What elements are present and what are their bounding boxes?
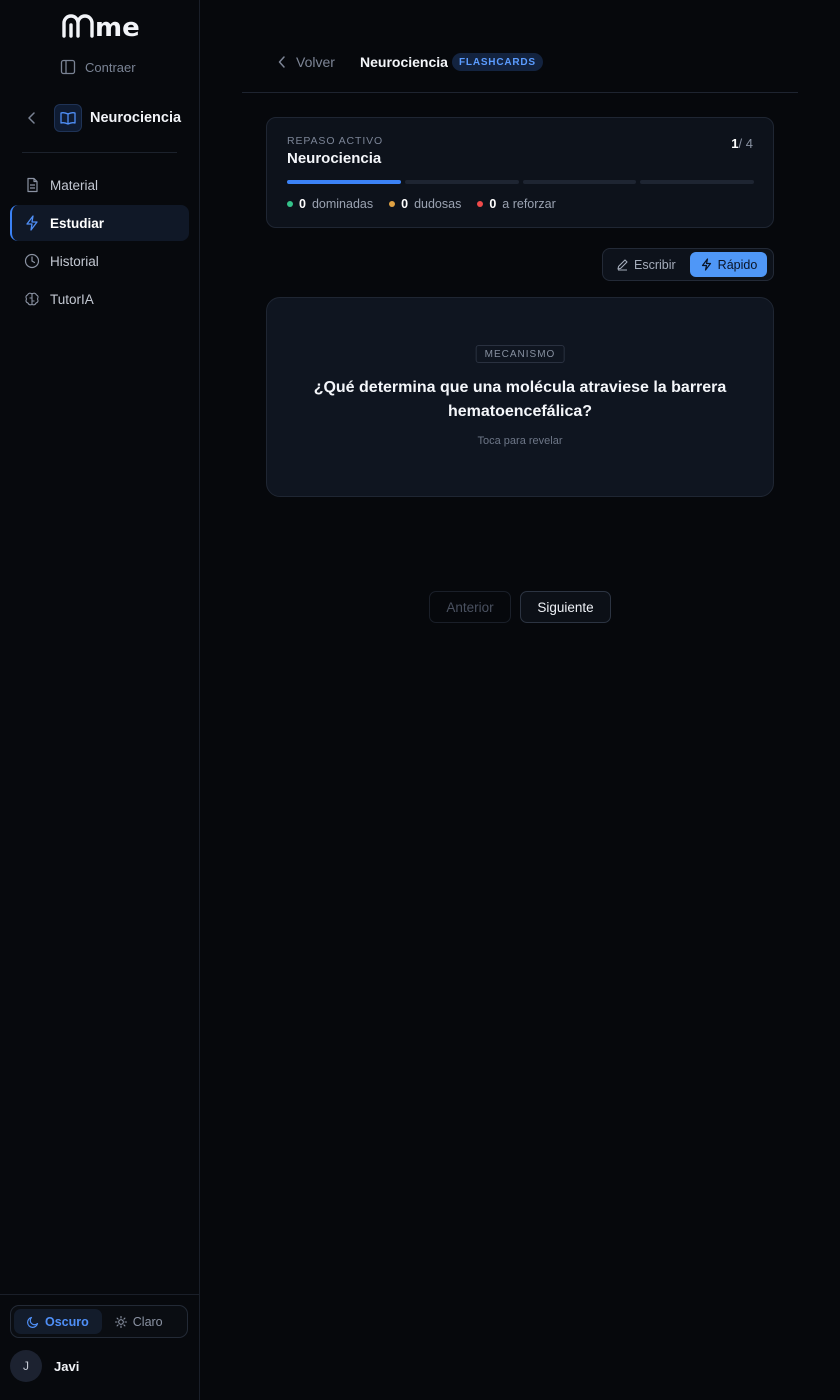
user-name: Javi xyxy=(54,1358,80,1374)
theme-light-label: Claro xyxy=(132,1314,163,1329)
card-reveal-hint: Toca para revelar xyxy=(477,435,563,447)
sidebar-item-material[interactable]: Material xyxy=(10,167,189,203)
chevron-left-icon xyxy=(278,56,285,68)
mode-quick-button[interactable]: Rápido xyxy=(689,252,768,277)
open-book-icon xyxy=(54,104,82,132)
lightning-icon xyxy=(701,258,711,271)
clock-icon xyxy=(24,253,40,269)
sidebar-panel-icon xyxy=(60,59,76,75)
progress-segment xyxy=(522,180,637,184)
stat-label: dominadas xyxy=(311,197,374,211)
topbar: Volver Neurociencia FLASHCARDS xyxy=(242,40,798,93)
study-mode-switch: Escribir Rápido xyxy=(602,248,774,281)
card-category-tag: MECANISMO xyxy=(475,345,565,363)
counter-current: 1 xyxy=(731,136,739,151)
course-header: Neurociencia xyxy=(22,103,181,133)
brain-icon xyxy=(25,292,39,306)
back-label: Volver xyxy=(296,54,335,70)
review-progress-card: REPASO ACTIVO Neurociencia 1/ 4 0 domina… xyxy=(266,117,774,228)
pencil-icon xyxy=(617,259,628,271)
review-stats: 0 dominadas 0 dudosas 0 a reforzar xyxy=(287,197,556,211)
stat-mastered: 0 dominadas xyxy=(287,197,373,211)
card-counter: 1/ 4 xyxy=(731,136,753,151)
sidebar-item-label: Material xyxy=(50,177,99,193)
chevron-left-icon[interactable] xyxy=(22,108,42,128)
stat-count: 0 xyxy=(299,197,306,211)
stat-reinforce: 0 a reforzar xyxy=(477,197,556,211)
review-title: Neurociencia xyxy=(287,150,382,167)
mex-logo-icon: mex xyxy=(62,13,139,40)
theme-dark-button[interactable]: Oscuro xyxy=(14,1309,102,1334)
sidebar-item-label: TutorIA xyxy=(50,291,94,307)
card-pager: Anterior Siguiente xyxy=(429,591,611,623)
previous-button[interactable]: Anterior xyxy=(429,591,511,623)
sidebar-nav: Material Estudiar Historial TutorIA xyxy=(10,167,189,319)
course-name: Neurociencia xyxy=(90,110,182,126)
sidebar-item-estudiar[interactable]: Estudiar xyxy=(10,205,189,241)
stat-count: 0 xyxy=(401,197,409,211)
back-button[interactable]: Volver xyxy=(278,52,335,72)
mode-quick-label: Rápido xyxy=(717,257,758,272)
review-kicker: REPASO ACTIVO xyxy=(287,135,384,147)
sidebar-item-tutoria[interactable]: TutorIA xyxy=(10,281,189,317)
mode-badge: FLASHCARDS xyxy=(452,53,543,71)
progress-segment xyxy=(404,180,519,184)
sidebar: mex Contraer Neurociencia Material xyxy=(0,0,200,1400)
mode-write-button[interactable]: Escribir xyxy=(606,252,686,277)
app-logo[interactable]: mex xyxy=(0,10,200,42)
stat-label: a reforzar xyxy=(502,197,556,211)
moon-icon xyxy=(27,1316,39,1328)
status-dot xyxy=(287,201,293,207)
theme-dark-label: Oscuro xyxy=(45,1314,89,1329)
stat-label: dudosas xyxy=(414,197,462,211)
next-button[interactable]: Siguiente xyxy=(520,591,611,623)
status-dot xyxy=(389,201,396,207)
stat-doubtful: 0 dudosas xyxy=(389,197,461,211)
divider xyxy=(22,152,177,153)
counter-total: / 4 xyxy=(738,136,753,151)
document-icon xyxy=(27,177,38,193)
page-title: Neurociencia xyxy=(360,54,448,70)
avatar: J xyxy=(10,1350,42,1382)
card-question: ¿Qué determina que una molécula atravies… xyxy=(313,379,727,420)
sidebar-item-historial[interactable]: Historial xyxy=(10,243,189,279)
mode-write-label: Escribir xyxy=(634,257,676,272)
user-profile[interactable]: J Javi xyxy=(10,1350,79,1382)
collapse-sidebar-button[interactable]: Contraer xyxy=(60,56,136,78)
theme-light-button[interactable]: Claro xyxy=(102,1309,176,1334)
progress-bar xyxy=(287,180,754,184)
progress-segment xyxy=(287,180,401,184)
logo-text: mex xyxy=(95,13,139,40)
sidebar-item-label: Estudiar xyxy=(50,215,105,231)
status-dot xyxy=(477,201,484,207)
collapse-label: Contraer xyxy=(85,59,136,75)
lightning-icon xyxy=(26,215,38,231)
progress-segment xyxy=(640,180,754,184)
divider xyxy=(0,1294,199,1295)
stat-count: 0 xyxy=(489,197,497,211)
flashcard[interactable]: MECANISMO ¿Qué determina que una molécul… xyxy=(266,297,774,497)
theme-toggle: Oscuro Claro xyxy=(10,1305,188,1338)
sidebar-item-label: Historial xyxy=(50,253,99,269)
sun-icon xyxy=(114,1315,127,1328)
